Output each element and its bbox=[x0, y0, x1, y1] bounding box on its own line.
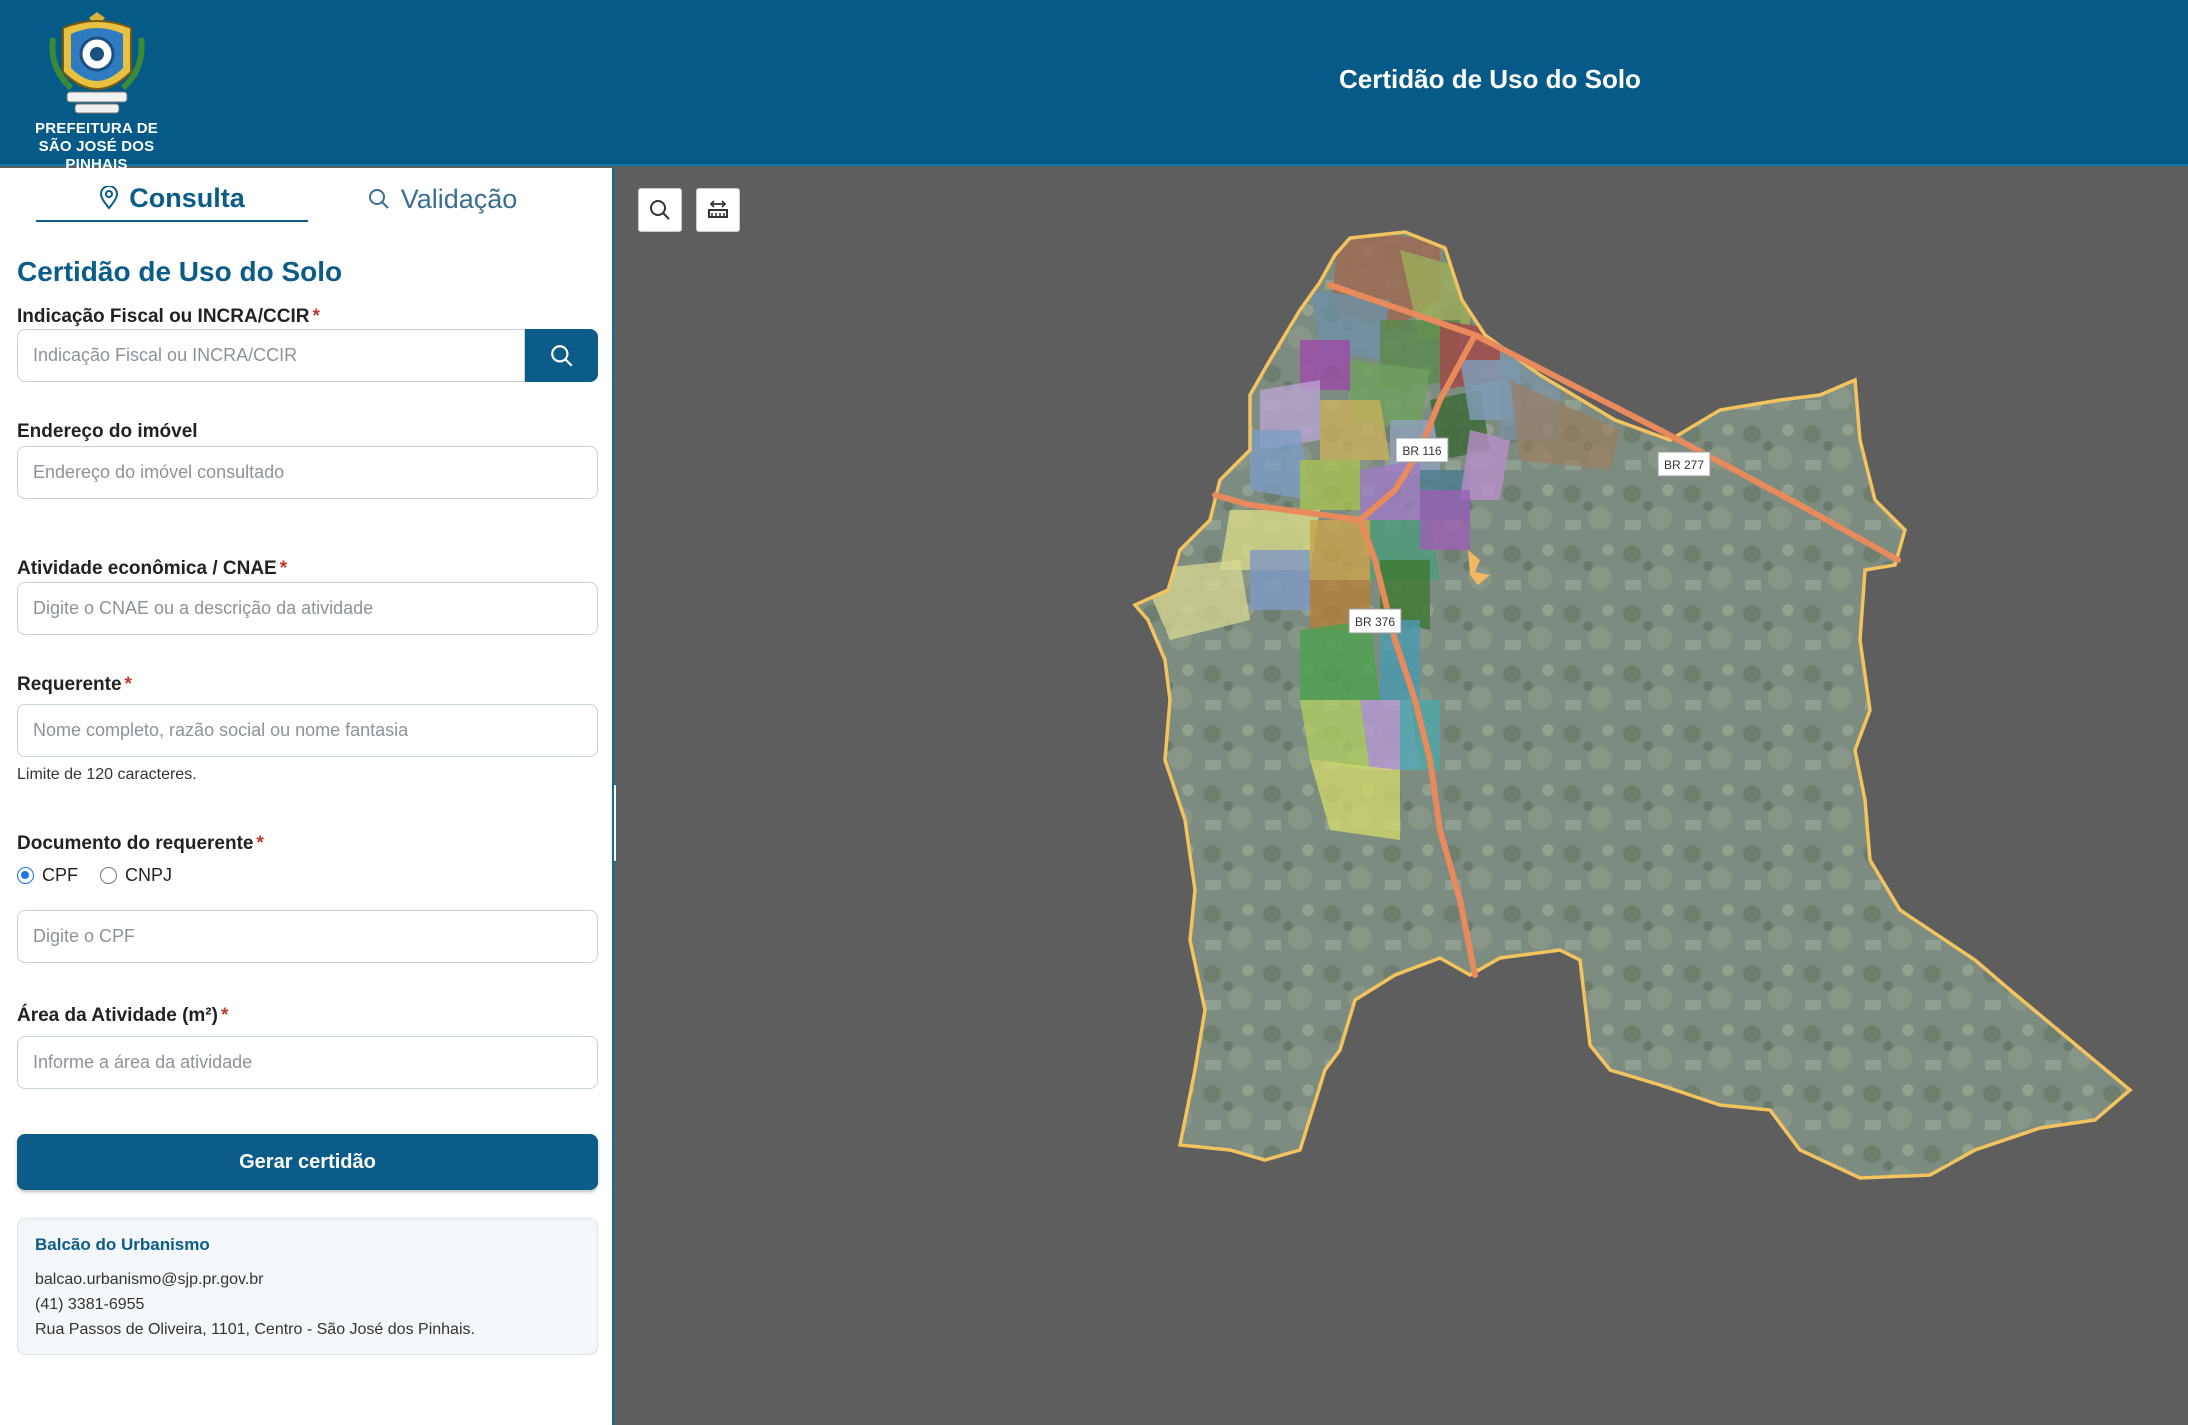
search-icon bbox=[368, 189, 389, 209]
info-email: balcao.urbanismo@sjp.pr.gov.br bbox=[35, 1271, 264, 1288]
info-address: Rua Passos de Oliveira, 1101, Centro - S… bbox=[35, 1321, 475, 1338]
logo: PREFEITURA DE SÃO JOSÉ DOS PINHAIS bbox=[14, 8, 179, 173]
tab-validacao-label: Validação bbox=[400, 183, 518, 214]
tab-consulta-label: Consulta bbox=[129, 182, 245, 213]
sidebar: Consulta Validação Certidão de Uso do So… bbox=[0, 168, 614, 1425]
header: PREFEITURA DE SÃO JOSÉ DOS PINHAIS Certi… bbox=[0, 0, 2188, 173]
radio-cnpj-label: CNPJ bbox=[125, 865, 173, 885]
document-label: Documento do requerente * bbox=[17, 833, 264, 855]
map-search-button[interactable] bbox=[638, 188, 682, 232]
search-icon bbox=[550, 344, 573, 367]
info-phone: (41) 3381-6955 bbox=[35, 1296, 145, 1313]
radio-dot bbox=[100, 867, 117, 884]
address-label: Endereço do imóvel bbox=[17, 421, 198, 442]
map-pin-icon bbox=[100, 186, 119, 210]
required-marker: * bbox=[312, 306, 320, 327]
map-view[interactable]: BR 116 BR 277 BR 376 bbox=[616, 168, 2188, 1425]
map-layers-button[interactable] bbox=[696, 188, 740, 232]
cnae-label: Atividade econômica / CNAE * bbox=[17, 558, 287, 580]
layers-toggle-icon bbox=[708, 200, 728, 218]
fiscal-label: Indicação Fiscal ou INCRA/CCIR * bbox=[17, 306, 320, 328]
address-input-wrapper bbox=[17, 446, 598, 499]
area-input[interactable] bbox=[18, 1037, 597, 1088]
tab-consulta[interactable]: Consulta bbox=[36, 176, 308, 222]
road-label-br376-text: BR 376 bbox=[1355, 615, 1395, 629]
required-marker: * bbox=[279, 558, 288, 579]
tab-bar: Consulta Validação bbox=[0, 168, 614, 224]
tab-validacao[interactable]: Validação bbox=[330, 176, 554, 222]
area-label-text: Área da Atividade (m²) bbox=[17, 1005, 218, 1026]
radio-cnpj[interactable]: CNPJ bbox=[100, 865, 172, 886]
road-label-br376: BR 376 bbox=[1348, 608, 1402, 634]
cnae-label-text: Atividade econômica / CNAE bbox=[17, 558, 277, 579]
radio-cpf-label: CPF bbox=[42, 865, 78, 885]
requester-input[interactable] bbox=[18, 705, 597, 756]
road-label-br116-text: BR 116 bbox=[1402, 444, 1441, 458]
coat-of-arms-icon bbox=[48, 12, 145, 114]
generate-certificate-button[interactable]: Gerar certidão bbox=[17, 1134, 598, 1190]
requester-label: Requerente * bbox=[17, 674, 132, 696]
area-input-wrapper bbox=[17, 1036, 598, 1089]
municipality-map[interactable]: BR 116 BR 277 BR 376 bbox=[616, 168, 2188, 1425]
address-input[interactable] bbox=[18, 447, 597, 498]
search-icon bbox=[650, 200, 670, 220]
cnae-input-wrapper bbox=[17, 582, 598, 635]
requester-label-text: Requerente bbox=[17, 674, 122, 695]
document-type-radio-group: CPF CNPJ bbox=[17, 865, 172, 886]
fiscal-label-text: Indicação Fiscal ou INCRA/CCIR bbox=[17, 306, 310, 327]
page-title: Certidão de Uso do Solo bbox=[1339, 64, 1641, 94]
road-label-br116: BR 116 bbox=[1395, 437, 1449, 463]
fiscal-input[interactable] bbox=[18, 330, 524, 381]
form-title: Certidão de Uso do Solo bbox=[17, 256, 343, 287]
required-marker: * bbox=[256, 833, 264, 854]
radio-dot bbox=[17, 867, 34, 884]
cnae-input[interactable] bbox=[18, 583, 597, 634]
document-label-text: Documento do requerente bbox=[17, 833, 254, 854]
road-label-br277: BR 277 bbox=[1657, 451, 1711, 477]
radio-cpf[interactable]: CPF bbox=[17, 865, 78, 886]
requester-input-wrapper bbox=[17, 704, 598, 757]
info-box: Balcão do Urbanismo balcao.urbanismo@sjp… bbox=[17, 1218, 598, 1355]
document-input[interactable] bbox=[18, 911, 597, 962]
requester-helper-text: Limite de 120 caracteres. bbox=[17, 766, 197, 783]
logo-line-1: PREFEITURA DE bbox=[35, 120, 158, 137]
fiscal-search-button[interactable] bbox=[525, 329, 598, 382]
info-title: Balcão do Urbanismo bbox=[35, 1235, 210, 1254]
area-label: Área da Atividade (m²) * bbox=[17, 1005, 228, 1027]
document-input-wrapper bbox=[17, 910, 598, 963]
road-label-br277-text: BR 277 bbox=[1664, 458, 1704, 472]
required-marker: * bbox=[124, 674, 132, 695]
required-marker: * bbox=[220, 1005, 229, 1026]
fiscal-input-wrapper bbox=[17, 329, 525, 382]
